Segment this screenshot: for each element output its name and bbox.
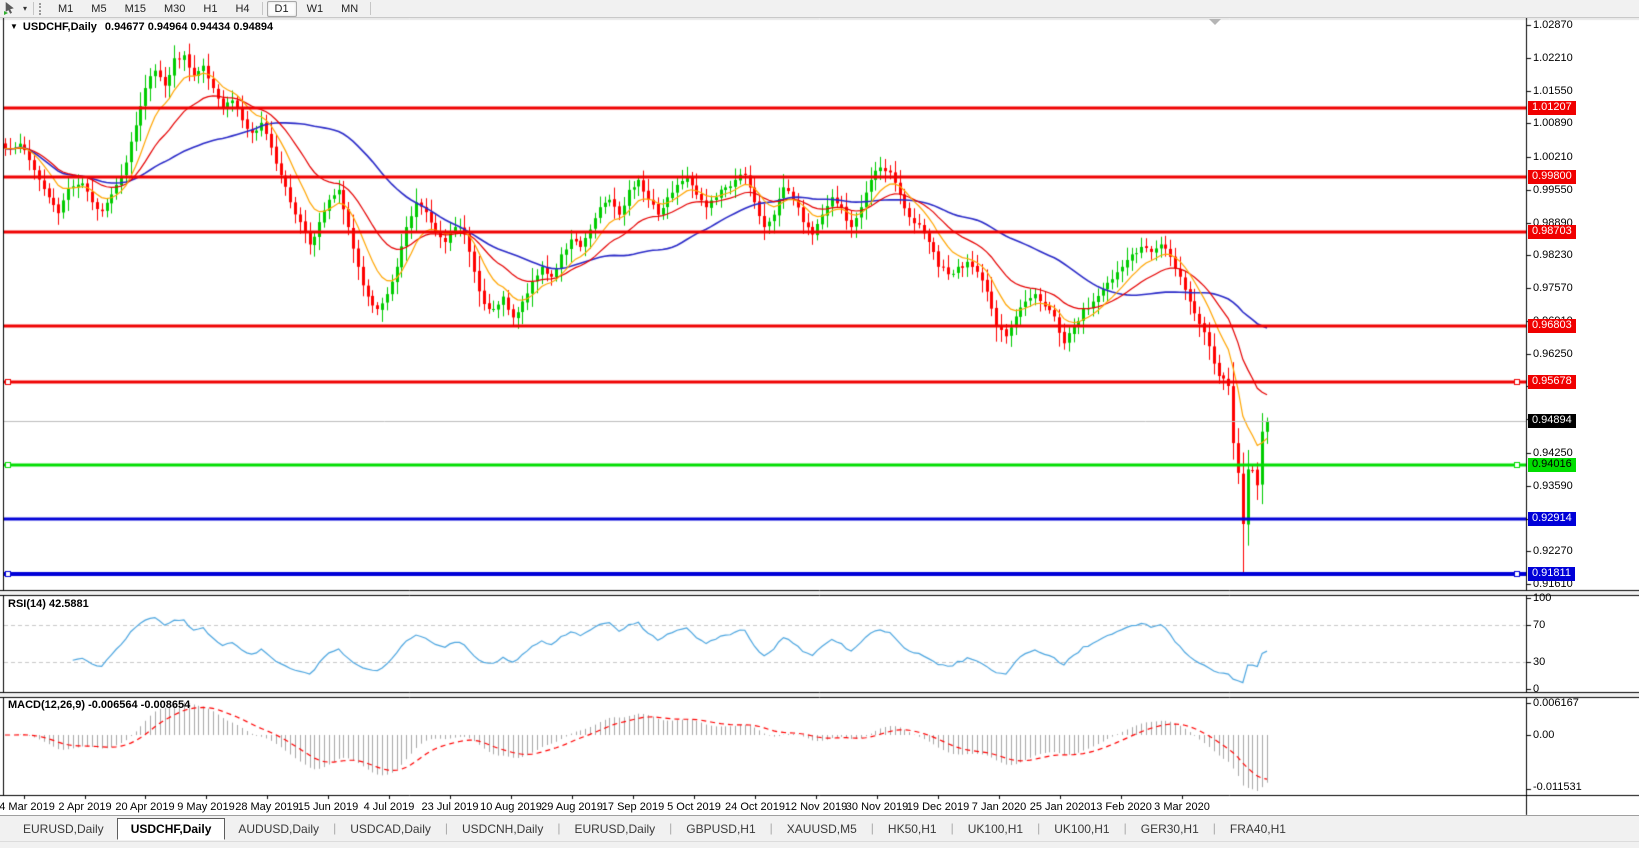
tab-separator: |	[950, 821, 955, 835]
date-tick-label: 15 Jun 2019	[298, 801, 359, 813]
level-price-label: 1.01207	[1528, 101, 1576, 115]
tab-separator: |	[332, 821, 337, 835]
rsi-tick-label: 30	[1533, 656, 1545, 668]
date-tick-label: 25 Jan 2020	[1030, 801, 1091, 813]
price-tick-label: 0.93590	[1533, 480, 1573, 492]
date-tick-label: 12 Nov 2019	[785, 801, 847, 813]
timeframe-button-mn[interactable]: MN	[333, 1, 366, 17]
date-tick-label: 20 Apr 2019	[115, 801, 174, 813]
rsi-tick-label: 100	[1533, 592, 1551, 604]
macd-tick-label: 0.00	[1533, 729, 1554, 741]
level-price-label: 0.96803	[1528, 319, 1576, 333]
timeframe-button-m15[interactable]: M15	[117, 1, 154, 17]
tab-separator: |	[1123, 821, 1128, 835]
chart-tab-uk100-h1[interactable]: UK100,H1	[1041, 819, 1122, 839]
chart-tab-usdchf-daily[interactable]: USDCHF,Daily	[117, 818, 226, 840]
chart-title: ▼ USDCHF,Daily 0.94677 0.94964 0.94434 0.9…	[10, 21, 273, 33]
date-tick-label: 2 Apr 2019	[58, 801, 111, 813]
price-tick-label: 1.02210	[1533, 52, 1573, 64]
toolbar: ▾ M1M5M15M30H1H4 D1W1MN	[0, 0, 1639, 18]
price-tick-label: 1.00890	[1533, 117, 1573, 129]
date-tick-label: 14 Mar 2019	[0, 801, 55, 813]
rsi-tick-label: 0	[1533, 683, 1539, 695]
chart-tab-uk100-h1[interactable]: UK100,H1	[955, 819, 1036, 839]
date-tick-label: 29 Aug 2019	[541, 801, 603, 813]
tab-separator: |	[556, 821, 561, 835]
level-price-label: 0.92914	[1528, 512, 1576, 526]
cursor-tool-dropdown-icon[interactable]: ▾	[20, 4, 30, 13]
chart-tab-gbpusd-h1[interactable]: GBPUSD,H1	[673, 819, 768, 839]
price-tick-label: 0.92270	[1533, 545, 1573, 557]
price-tick-label: 0.98230	[1533, 249, 1573, 261]
chart-symbol-label: USDCHF,Daily	[23, 21, 97, 33]
level-price-label: 0.98703	[1528, 225, 1576, 239]
date-tick-label: 10 Aug 2019	[480, 801, 542, 813]
level-price-label: 0.94016	[1528, 458, 1576, 472]
tab-separator: |	[444, 821, 449, 835]
date-tick-label: 13 Feb 2020	[1090, 801, 1152, 813]
timeframe-button-m1[interactable]: M1	[50, 1, 81, 17]
rsi-label: RSI(14) 42.5881	[8, 598, 89, 610]
price-tick-label: 1.02870	[1533, 19, 1573, 31]
date-tick-label: 30 Nov 2019	[846, 801, 908, 813]
date-tick-label: 19 Dec 2019	[907, 801, 969, 813]
macd-tick-label: -0.011531	[1533, 781, 1582, 793]
price-tick-label: 0.96250	[1533, 348, 1573, 360]
current-price-label: 0.94894	[1528, 414, 1576, 428]
timeframe-button-h1[interactable]: H1	[195, 1, 225, 17]
toolbar-grip[interactable]	[39, 3, 45, 15]
level-price-label: 0.99800	[1528, 170, 1576, 184]
date-tick-label: 23 Jul 2019	[422, 801, 479, 813]
chart-tab-eurusd-daily[interactable]: EURUSD,Daily	[561, 819, 668, 839]
mt4-window: ▾ M1M5M15M30H1H4 D1W1MN ▼ USDCHF,Daily 0.94…	[0, 0, 1639, 847]
date-tick-label: 4 Jul 2019	[364, 801, 415, 813]
chart-tab-fra40-h1[interactable]: FRA40,H1	[1217, 819, 1299, 839]
date-tick-label: 9 May 2019	[177, 801, 234, 813]
chart-tab-ger30-h1[interactable]: GER30,H1	[1128, 819, 1212, 839]
rsi-tick-label: 70	[1533, 619, 1545, 631]
timeframe-button-w1[interactable]: W1	[299, 1, 332, 17]
price-tick-label: 0.99550	[1533, 184, 1573, 196]
toolbar-separator	[33, 2, 34, 15]
price-tick-label: 1.00210	[1533, 151, 1573, 163]
timeframe-button-m30[interactable]: M30	[156, 1, 193, 17]
price-tick-label: 1.01550	[1533, 85, 1573, 97]
tab-separator: |	[870, 821, 875, 835]
toolbar-separator	[370, 2, 371, 15]
date-tick-label: 24 Oct 2019	[725, 801, 785, 813]
date-tick-label: 28 May 2019	[235, 801, 299, 813]
timeframe-button-m5[interactable]: M5	[83, 1, 114, 17]
chart-tab-hk50-h1[interactable]: HK50,H1	[875, 819, 950, 839]
chart-tabs: EURUSD,DailyUSDCHF,DailyAUDUSD,Daily|USD…	[0, 815, 1639, 841]
timeframe-toolbar: M1M5M15M30H1H4 D1W1MN	[49, 0, 374, 17]
chart-shift-marker[interactable]	[1209, 19, 1221, 25]
price-tick-label: 0.97570	[1533, 282, 1573, 294]
chart-ohlc-values: 0.94677 0.94964 0.94434 0.94894	[105, 21, 273, 33]
date-tick-label: 17 Sep 2019	[602, 801, 664, 813]
tab-separator: |	[668, 821, 673, 835]
tab-separator: |	[1212, 821, 1217, 835]
date-tick-label: 5 Oct 2019	[667, 801, 721, 813]
macd-tick-label: 0.006167	[1533, 697, 1579, 709]
chart-tab-usdcad-daily[interactable]: USDCAD,Daily	[337, 819, 444, 839]
toolbar-separator	[262, 2, 263, 15]
level-price-label: 0.95678	[1528, 375, 1576, 389]
tab-separator: |	[769, 821, 774, 835]
tab-separator: |	[1036, 821, 1041, 835]
date-tick-label: 3 Mar 2020	[1154, 801, 1210, 813]
chart-tab-eurusd-daily[interactable]: EURUSD,Daily	[10, 819, 117, 839]
cursor-tool-icon[interactable]	[1, 1, 20, 16]
timeframe-button-h4[interactable]: H4	[227, 1, 257, 17]
price-chart-canvas[interactable]	[0, 0, 1639, 847]
chart-title-dropdown-icon[interactable]: ▼	[10, 22, 18, 31]
chart-tab-xauusd-m5[interactable]: XAUUSD,M5	[774, 819, 870, 839]
chart-tab-audusd-daily[interactable]: AUDUSD,Daily	[225, 819, 332, 839]
chart-tab-usdcnh-daily[interactable]: USDCNH,Daily	[449, 819, 556, 839]
date-tick-label: 7 Jan 2020	[972, 801, 1026, 813]
macd-label: MACD(12,26,9) -0.006564 -0.008654	[8, 699, 190, 711]
level-price-label: 0.91811	[1528, 567, 1575, 581]
timeframe-button-d1[interactable]: D1	[267, 1, 297, 17]
